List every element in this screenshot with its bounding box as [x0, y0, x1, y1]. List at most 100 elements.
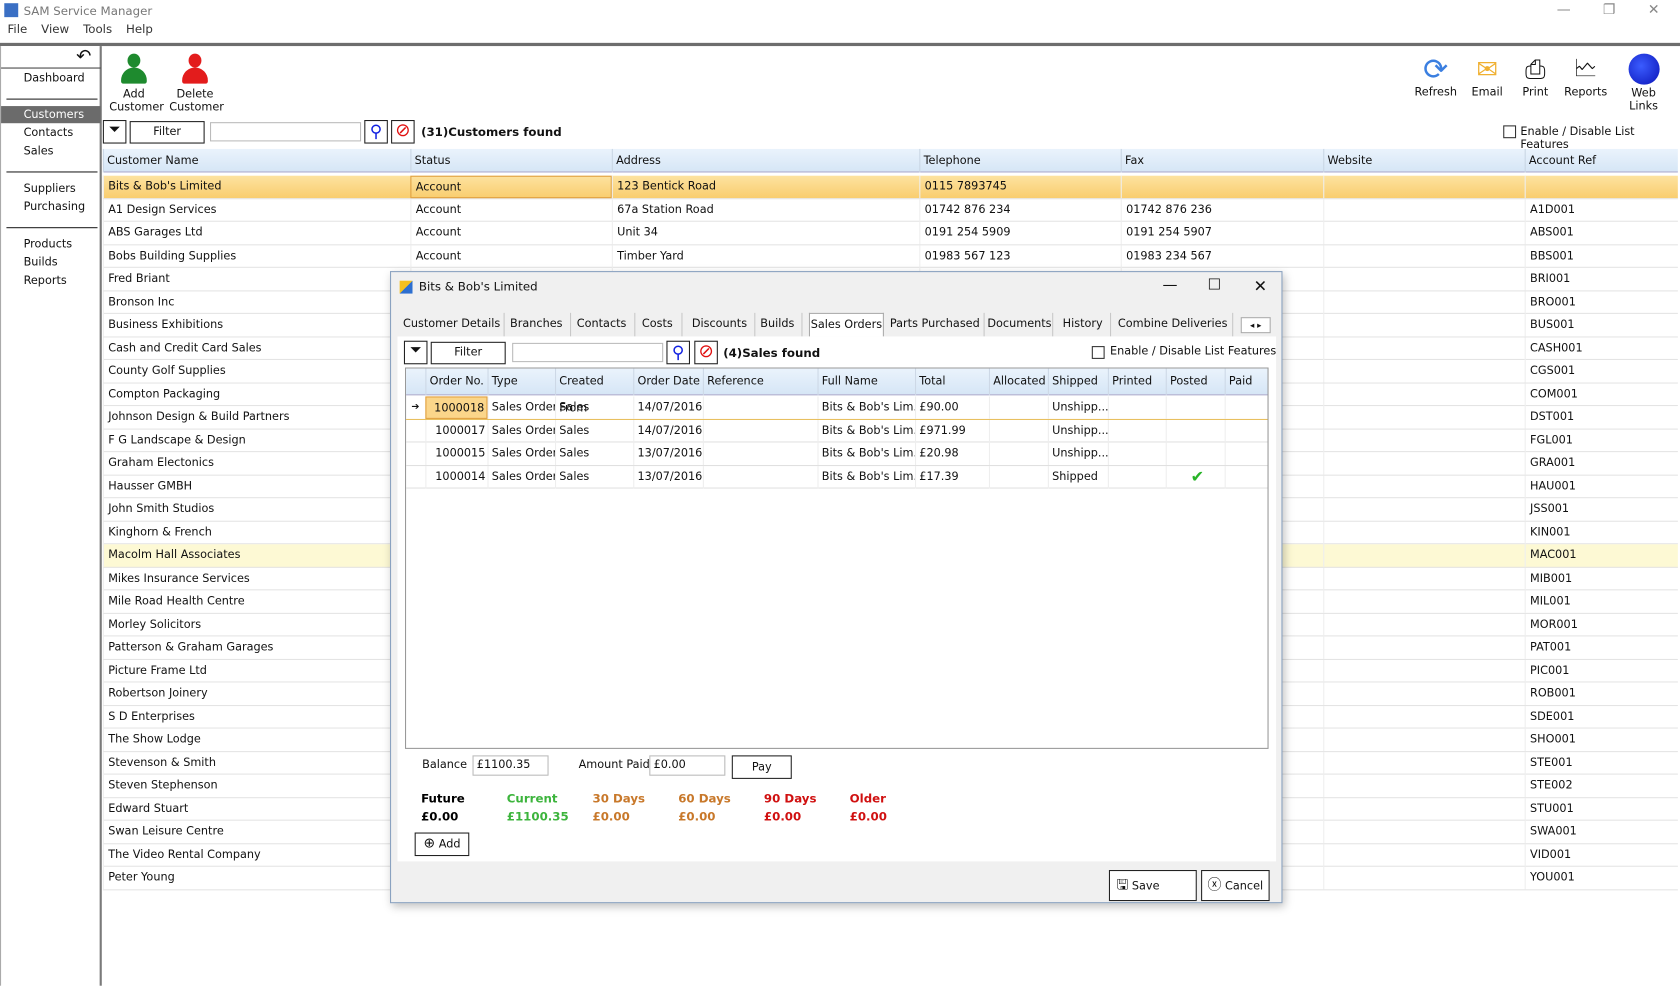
email-button[interactable]: ✉ Email: [1468, 54, 1507, 99]
sidebar-item-purchasing[interactable]: Purchasing: [1, 198, 101, 215]
column-header[interactable]: Fax: [1120, 148, 1324, 173]
cancel-button[interactable]: ⓧ Cancel: [1201, 870, 1270, 902]
sales-column-header[interactable]: Paid: [1224, 368, 1268, 396]
table-cell: [1323, 452, 1524, 475]
tab-parts-purchased[interactable]: Parts Purchased: [886, 312, 985, 337]
dialog-list-features-checkbox[interactable]: [1091, 346, 1105, 359]
table-row[interactable]: ABS Garages Ltd Account Unit 34 0191 254 59…: [102, 221, 1678, 245]
sales-column-header[interactable]: Type: [487, 368, 556, 396]
table-cell: [1323, 820, 1524, 844]
sales-order-row[interactable]: 1000014 Sales Order Sales 13/07/2016 Bits & …: [406, 465, 1268, 489]
sidebar-item-dashboard[interactable]: Dashboard: [1, 70, 101, 87]
save-button[interactable]: 🖫 Save: [1108, 870, 1197, 902]
table-cell: PAT001: [1524, 636, 1678, 659]
dialog-maximize-button[interactable]: ☐: [1208, 276, 1221, 293]
sidebar-item-sales[interactable]: Sales: [1, 143, 101, 160]
table-cell: [1323, 659, 1524, 682]
sales-order-row[interactable]: 1000015 Sales Order Sales 13/07/2016 Bits & …: [406, 442, 1268, 466]
tab-discounts[interactable]: Discounts: [685, 312, 756, 337]
table-row[interactable]: Bobs Building Supplies Account Timber Yard…: [102, 244, 1678, 268]
sales-column-header[interactable]: Order Date: [633, 368, 703, 396]
dialog-clear-filter-icon[interactable]: ⏷: [403, 340, 428, 365]
tab-history[interactable]: History: [1055, 312, 1112, 337]
table-row[interactable]: Bits & Bob's Limited Account 123 Bentick R…: [102, 175, 1678, 199]
sales-order-row[interactable]: 1000017 Sales Order Sales 14/07/2016 Bits & …: [406, 419, 1268, 443]
collapse-back-icon[interactable]: ↶: [76, 46, 91, 67]
add-order-button[interactable]: ⊕ Add: [414, 832, 470, 857]
close-button[interactable]: ✕: [1648, 2, 1660, 18]
tab-branches[interactable]: Branches: [503, 312, 572, 337]
clear-filter-icon[interactable]: ⏷: [102, 120, 127, 144]
restore-button[interactable]: ❐: [1603, 2, 1615, 18]
table-cell: [1323, 636, 1524, 659]
web-links-button[interactable]: Web Links: [1616, 53, 1672, 113]
search-input[interactable]: [210, 122, 362, 142]
sales-cell: [702, 396, 818, 419]
tab-costs[interactable]: Costs: [633, 312, 683, 337]
refresh-button[interactable]: ⟳ Refresh: [1412, 53, 1459, 99]
sidebar-item-products[interactable]: Products: [1, 236, 101, 253]
column-header[interactable]: Account Ref: [1524, 148, 1678, 173]
add-customer-button[interactable]: Add Customer: [109, 53, 164, 114]
table-cell: CGS001: [1524, 360, 1678, 383]
sales-order-row[interactable]: ➔ 1000018 Sales Order Sales 14/07/2016 Bits &…: [406, 396, 1268, 420]
menu-view[interactable]: View: [41, 23, 69, 37]
sales-column-header[interactable]: Reference: [702, 368, 818, 396]
delete-customer-button[interactable]: Delete Customer: [169, 53, 224, 114]
table-cell: [1323, 429, 1524, 452]
save-icon: 🖫: [1116, 877, 1129, 894]
minimize-button[interactable]: —: [1557, 2, 1571, 18]
sidebar-item-customers[interactable]: Customers: [1, 106, 101, 124]
sidebar-item-suppliers[interactable]: Suppliers: [1, 180, 101, 197]
dialog-filter-button[interactable]: Filter: [430, 341, 506, 365]
table-row[interactable]: A1 Design Services Account 67a Station Roa…: [102, 198, 1678, 222]
table-cell: SWA001: [1524, 820, 1678, 844]
tab-contacts[interactable]: Contacts: [569, 312, 636, 337]
column-header[interactable]: Telephone: [919, 148, 1120, 173]
tab-customer-details[interactable]: Customer Details: [400, 312, 505, 337]
filter-button[interactable]: Filter: [129, 121, 205, 144]
sales-column-header[interactable]: Total: [915, 368, 989, 396]
column-header[interactable]: Status: [410, 148, 611, 173]
sales-column-header[interactable]: Order No.: [425, 368, 487, 396]
dialog-search-input[interactable]: [512, 342, 664, 363]
tab-documents[interactable]: Documents: [987, 312, 1054, 337]
column-header[interactable]: Website: [1323, 148, 1524, 173]
tab-builds[interactable]: Builds: [753, 312, 803, 337]
dialog-search-icon[interactable]: ⚲: [666, 340, 691, 365]
reports-button[interactable]: 🗠 Reports: [1562, 54, 1609, 99]
tab-combine-deliveries[interactable]: Combine Deliveries: [1113, 312, 1234, 337]
sales-cell: Bits & Bob's Lim...: [817, 419, 915, 442]
sidebar-item-builds[interactable]: Builds: [1, 254, 101, 271]
balance-field[interactable]: £1100.35: [472, 755, 549, 776]
sales-column-header[interactable]: Full Name: [817, 368, 916, 396]
tab-sales-orders[interactable]: Sales Orders: [808, 312, 884, 337]
menu-file[interactable]: File: [8, 23, 28, 37]
sales-column-header[interactable]: Created From: [555, 368, 633, 415]
search-icon[interactable]: ⚲: [364, 120, 388, 144]
aging-value: £0.00: [849, 810, 887, 824]
sales-column-header[interactable]: Printed: [1107, 368, 1166, 396]
table-cell: The Video Rental Company: [102, 843, 411, 867]
menu-help[interactable]: Help: [126, 23, 153, 37]
tab-scroll-arrows[interactable]: ◂ ▸: [1240, 317, 1271, 334]
pay-button[interactable]: Pay: [731, 755, 792, 779]
column-header[interactable]: Customer Name: [102, 148, 411, 173]
column-header[interactable]: Address: [611, 148, 920, 173]
list-features-label: Enable / Disable List Features: [1520, 125, 1635, 152]
sales-column-header[interactable]: Allocated: [988, 368, 1048, 396]
sidebar-item-contacts[interactable]: Contacts: [1, 124, 101, 141]
menu-tools[interactable]: Tools: [83, 23, 112, 37]
reports-icon: 🗠: [1573, 55, 1598, 83]
dialog-minimize-button[interactable]: —: [1163, 276, 1178, 293]
dialog-cancel-search-icon[interactable]: ⊘: [694, 340, 718, 365]
amount-paid-field[interactable]: £0.00: [649, 755, 726, 776]
list-features-checkbox[interactable]: [1503, 125, 1517, 139]
print-button[interactable]: ⎙ Print: [1515, 54, 1556, 99]
sales-column-header[interactable]: Posted: [1165, 368, 1225, 396]
dialog-close-button[interactable]: ✕: [1254, 276, 1267, 295]
sales-column-header[interactable]: Shipped: [1047, 368, 1108, 396]
sidebar-item-reports[interactable]: Reports: [1, 272, 101, 289]
cancel-search-icon[interactable]: ⊘: [391, 120, 415, 144]
table-cell: Compton Packaging: [102, 383, 411, 406]
